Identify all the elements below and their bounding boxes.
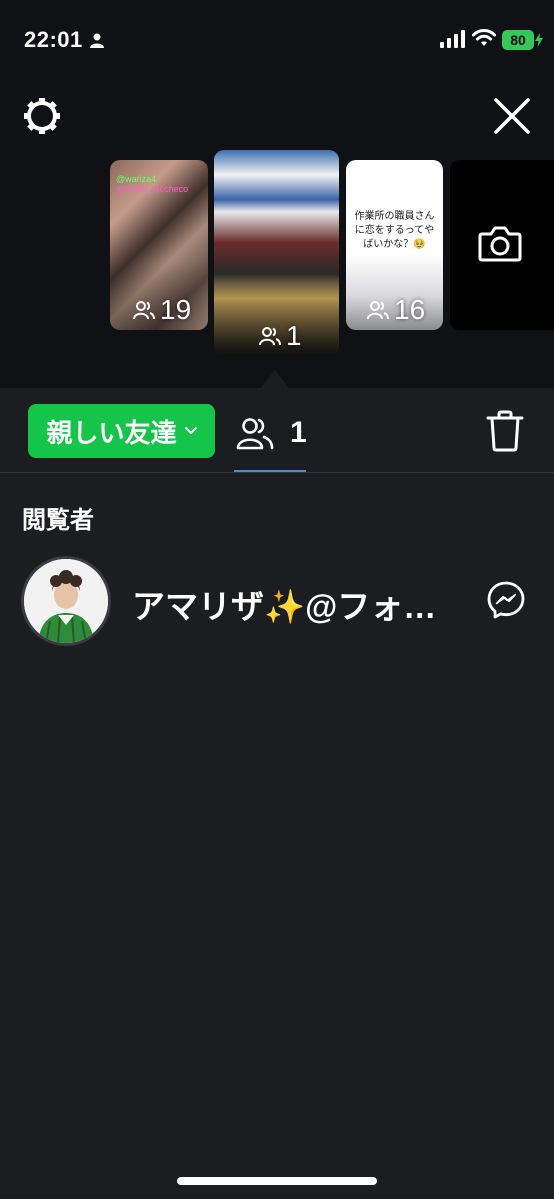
avatar-image (24, 559, 108, 643)
status-bar: 22:01 80 (0, 0, 554, 80)
camera-icon (478, 226, 522, 262)
story-viewer-count: 16 (366, 294, 425, 326)
story-caption: 作業所の職員さんに恋をするってやばいかな？🥹 (354, 211, 435, 250)
signal-icon (440, 30, 465, 48)
story-thumbnail-3[interactable]: 作業所の職員さんに恋をするってやばいかな？🥹 16 (346, 160, 443, 330)
story-thumbnail-2[interactable]: 1 (214, 150, 339, 356)
story-thumbnail-1[interactable]: @wariza4 @mako_taccheco 19 (110, 160, 208, 330)
story-viewer-count: 19 (132, 294, 191, 326)
tab-viewers[interactable]: 1 (234, 404, 307, 472)
viewers-icon (367, 301, 389, 320)
viewers-icon (133, 301, 155, 320)
story-viewer-number: 16 (394, 294, 426, 325)
trash-icon[interactable] (486, 410, 524, 452)
divider (0, 472, 554, 473)
chevron-down-icon (184, 427, 197, 434)
story-mention-1: @wariza4 (116, 174, 157, 184)
close-icon[interactable] (492, 96, 532, 136)
messenger-icon[interactable] (486, 580, 526, 620)
selected-story-pointer (261, 370, 289, 388)
home-indicator[interactable] (177, 1177, 377, 1185)
story-viewer-number: 1 (286, 320, 302, 351)
audience-label: 親しい友達 (46, 417, 177, 448)
person-icon (90, 33, 104, 48)
viewers-icon (236, 418, 274, 450)
battery-indicator: 80 (502, 30, 534, 50)
story-viewer-count: 1 (258, 320, 302, 352)
status-time: 22:01 (24, 27, 83, 52)
story-mention-2: @mako_taccheco (116, 184, 189, 194)
avatar[interactable] (21, 556, 111, 646)
gear-icon[interactable] (22, 96, 62, 136)
viewer-name[interactable]: アマリザ✨@フォ… (132, 580, 452, 628)
viewers-section-title: 閲覧者 (22, 507, 94, 534)
story-viewer-number: 19 (160, 294, 192, 325)
viewers-icon (259, 327, 281, 346)
add-story-camera[interactable] (450, 160, 554, 330)
audience-selector[interactable]: 親しい友達 (28, 404, 215, 458)
charging-icon (535, 33, 543, 47)
viewer-count: 1 (290, 416, 307, 449)
wifi-icon (472, 29, 496, 46)
viewer-row[interactable]: アマリザ✨@フォ… (0, 552, 554, 648)
